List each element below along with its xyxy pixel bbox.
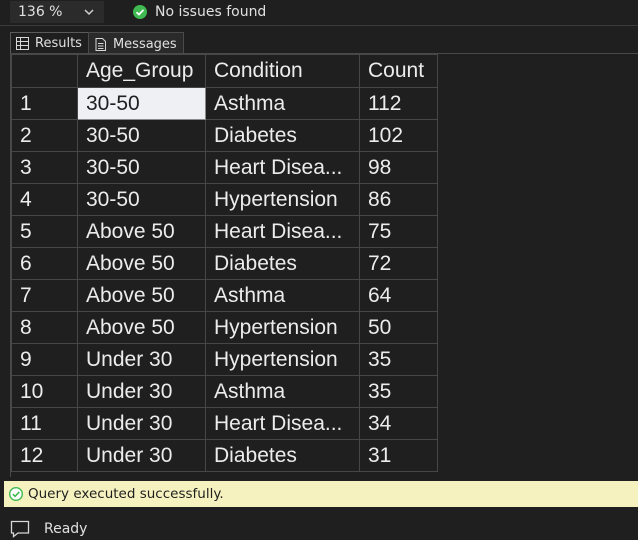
count-cell[interactable]: 112 [359,87,438,120]
table-row[interactable]: 8 Above 50 Hypertension 50 [11,311,438,344]
count-cell[interactable]: 31 [359,439,438,472]
row-number-cell[interactable]: 1 [11,87,78,120]
condition-cell[interactable]: Asthma [205,87,360,120]
age-group-cell[interactable]: Under 30 [77,407,206,440]
row-number-cell[interactable]: 5 [11,215,78,248]
count-cell[interactable]: 35 [359,343,438,376]
condition-cell[interactable]: Diabetes [205,439,360,472]
count-cell[interactable]: 35 [359,375,438,408]
count-cell[interactable]: 64 [359,279,438,312]
condition-cell[interactable]: Diabetes [205,247,360,280]
row-number-cell[interactable]: 9 [11,343,78,376]
age-group-cell[interactable]: Under 30 [77,439,206,472]
condition-cell[interactable]: Hypertension [205,343,360,376]
age-group-cell[interactable]: 30-50 [77,183,206,216]
column-header-count[interactable]: Count [359,54,438,88]
chevron-down-icon [84,9,94,16]
table-row[interactable]: 3 30-50 Heart Disea... 98 [11,151,438,184]
count-cell[interactable]: 72 [359,247,438,280]
age-group-cell[interactable]: Under 30 [77,375,206,408]
ssms-results-window: 136 % No issues found Results Messages A… [0,0,638,540]
row-number-cell[interactable]: 3 [11,151,78,184]
condition-cell[interactable]: Hypertension [205,311,360,344]
count-cell[interactable]: 75 [359,215,438,248]
condition-cell[interactable]: Heart Disea... [205,151,360,184]
row-number-cell[interactable]: 4 [11,183,78,216]
row-number-cell[interactable]: 6 [11,247,78,280]
table-row[interactable]: 11 Under 30 Heart Disea... 34 [11,407,438,440]
tab-results-label: Results [35,36,82,51]
table-row[interactable]: 1 30-50 Asthma 112 [11,87,438,120]
condition-cell[interactable]: Hypertension [205,183,360,216]
header-row: Age_Group Condition Count [11,54,438,88]
condition-cell[interactable]: Asthma [205,375,360,408]
count-cell[interactable]: 34 [359,407,438,440]
app-status-bar: Ready [0,518,638,540]
condition-cell[interactable]: Heart Disea... [205,407,360,440]
age-group-cell[interactable]: 30-50 [77,151,206,184]
query-status-text: Query executed successfully. [28,486,224,502]
age-group-cell[interactable]: 30-50 [77,87,206,120]
results-toolbar: 136 % No issues found [0,0,638,26]
column-header-age-group[interactable]: Age_Group [77,54,206,88]
condition-cell[interactable]: Heart Disea... [205,215,360,248]
age-group-cell[interactable]: Above 50 [77,279,206,312]
table-row[interactable]: 12 Under 30 Diabetes 31 [11,439,438,472]
chat-icon[interactable] [10,520,30,538]
issues-indicator[interactable]: No issues found [133,2,266,22]
table-row[interactable]: 10 Under 30 Asthma 35 [11,375,438,408]
condition-cell[interactable]: Diabetes [205,119,360,152]
column-header-condition[interactable]: Condition [205,54,360,88]
count-cell[interactable]: 102 [359,119,438,152]
table-row[interactable]: 4 30-50 Hypertension 86 [11,183,438,216]
table-row[interactable]: 2 30-50 Diabetes 102 [11,119,438,152]
row-number-cell[interactable]: 2 [11,119,78,152]
tab-messages-label: Messages [112,37,177,52]
table-row[interactable]: 9 Under 30 Hypertension 35 [11,343,438,376]
row-number-cell[interactable]: 7 [11,279,78,312]
row-number-cell[interactable]: 11 [11,407,78,440]
table-row[interactable]: 5 Above 50 Heart Disea... 75 [11,215,438,248]
check-circle-icon [133,5,147,19]
row-number-cell[interactable]: 12 [11,439,78,472]
row-number-cell[interactable]: 10 [11,375,78,408]
row-number-header[interactable] [11,54,78,88]
grid-icon [16,37,29,50]
results-table: Age_Group Condition Count 1 30-50 Asthma 11… [11,54,438,472]
grid-body: 1 30-50 Asthma 112 2 30-50 Diabetes 102 3 30-50 He… [11,87,438,472]
table-row[interactable]: 7 Above 50 Asthma 64 [11,279,438,312]
count-cell[interactable]: 98 [359,151,438,184]
age-group-cell[interactable]: Above 50 [77,311,206,344]
result-tabs: Results Messages [10,32,184,54]
zoom-dropdown[interactable]: 136 % [10,1,104,23]
count-cell[interactable]: 50 [359,311,438,344]
age-group-cell[interactable]: Above 50 [77,247,206,280]
results-grid[interactable]: Age_Group Condition Count 1 30-50 Asthma 11… [10,53,638,477]
table-row[interactable]: 6 Above 50 Diabetes 72 [11,247,438,280]
query-status-bar: Query executed successfully. [4,481,638,507]
age-group-cell[interactable]: Above 50 [77,215,206,248]
issues-text: No issues found [155,4,267,20]
age-group-cell[interactable]: Under 30 [77,343,206,376]
zoom-value: 136 % [18,4,63,20]
ready-text: Ready [44,521,88,537]
tab-results[interactable]: Results [10,32,89,54]
check-circle-icon [9,487,23,501]
row-number-cell[interactable]: 8 [11,311,78,344]
document-icon [95,38,106,51]
age-group-cell[interactable]: 30-50 [77,119,206,152]
condition-cell[interactable]: Asthma [205,279,360,312]
count-cell[interactable]: 86 [359,183,438,216]
tab-messages[interactable]: Messages [87,32,184,54]
